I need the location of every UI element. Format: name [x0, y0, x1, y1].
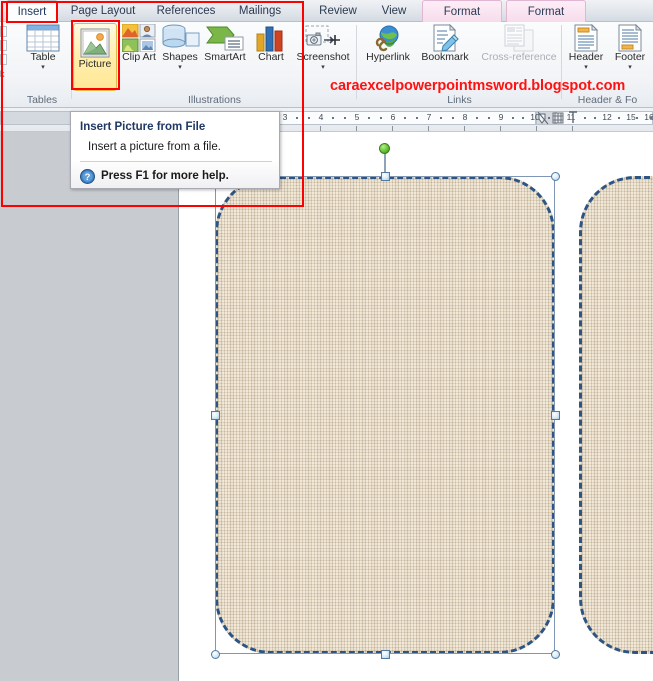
cross-reference-button: Cross-reference [474, 24, 564, 63]
group-label-header-footer: Header & Fo [577, 94, 638, 106]
hyperlink-icon [375, 25, 399, 52]
footer-button[interactable]: Footer ▾ [608, 24, 652, 71]
handle-middle-left[interactable] [211, 411, 220, 420]
rounded-rectangle-shape-2[interactable] [579, 176, 653, 654]
tab-review[interactable]: Review [310, 0, 366, 22]
header-dropdown-caret[interactable]: ▾ [564, 64, 608, 71]
bookmark-icon [433, 24, 459, 52]
bookmark-button-label: Bookmark [421, 51, 469, 63]
document-page[interactable] [178, 132, 653, 681]
handle-middle-right[interactable] [551, 411, 560, 420]
tab-format-picture[interactable]: Format [506, 0, 586, 22]
handle-bottom-right[interactable] [551, 650, 560, 659]
ribbon-group-header-footer: Header ▾ Footer ▾ Header & Fo [562, 22, 653, 107]
cross-reference-icon [504, 24, 534, 52]
hyperlink-button-label: Hyperlink [366, 51, 410, 63]
indent-marker[interactable] [537, 111, 550, 126]
footer-icon [618, 24, 643, 52]
handle-top-center[interactable] [381, 172, 390, 181]
header-button[interactable]: Header ▾ [564, 24, 608, 71]
tab-stop-icon[interactable] [552, 112, 564, 124]
cross-reference-button-label: Cross-reference [481, 51, 557, 63]
document-workspace[interactable] [0, 132, 653, 681]
ruler-number: 8 [462, 112, 468, 122]
ruler-number: 5 [354, 112, 360, 122]
ruler-number: 7 [426, 112, 432, 122]
header-button-label: Header [568, 51, 604, 63]
group-label-links: Links [447, 94, 472, 106]
tab-format-drawing[interactable]: Format [422, 0, 502, 22]
footer-dropdown-caret[interactable]: ▾ [608, 64, 652, 71]
ribbon-area-highlight [1, 1, 304, 207]
header-icon [574, 24, 599, 52]
ruler-number: 4 [318, 112, 324, 122]
handle-bottom-left[interactable] [211, 650, 220, 659]
rotation-handle[interactable] [379, 143, 390, 154]
ruler-number: 9 [498, 112, 504, 122]
ribbon-group-links: Hyperlink Bookmark Cross-reference Links [357, 22, 562, 107]
ruler-number: 6 [390, 112, 396, 122]
hanging-indent-marker[interactable] [568, 111, 578, 125]
ruler-number: 12 [602, 112, 612, 122]
footer-button-label: Footer [614, 51, 646, 63]
handle-bottom-center[interactable] [381, 650, 390, 659]
word-window: Insert Page Layout References Mailings R… [0, 0, 653, 681]
watermark-text: caraexcelpowerpointmsword.blogspot.com [330, 78, 626, 94]
screenshot-icon [305, 25, 340, 46]
handle-top-right[interactable] [551, 172, 560, 181]
tab-view[interactable]: View [372, 0, 416, 22]
hyperlink-button[interactable]: Hyperlink [360, 24, 416, 63]
bookmark-button[interactable]: Bookmark [416, 24, 474, 63]
selection-frame [215, 176, 555, 654]
